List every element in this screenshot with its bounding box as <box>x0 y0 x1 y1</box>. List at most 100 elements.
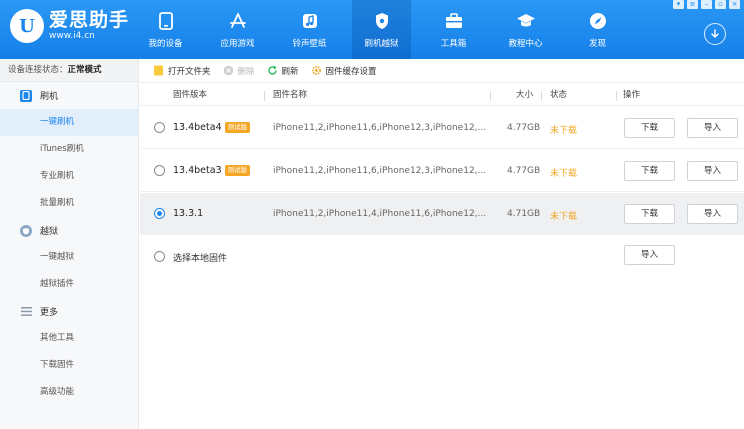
import-button[interactable]: 导入 <box>687 161 738 181</box>
sidebar-item-one-click-flash[interactable]: 一键刷机 <box>0 109 138 136</box>
column-name[interactable]: 固件名称 <box>273 85 307 106</box>
app-store-icon <box>228 11 248 31</box>
beta-badge: 测试版 <box>224 165 251 176</box>
firmware-version: 13.3.1 <box>173 208 204 219</box>
main-nav: 我的设备 应用游戏 铃声壁纸 刷机越狱 工具箱 教程中心 发现 <box>136 0 640 59</box>
column-divider <box>541 91 542 101</box>
column-size[interactable]: 大小 <box>516 85 533 106</box>
nav-label: 教程中心 <box>508 38 543 49</box>
column-divider <box>490 91 491 101</box>
graduation-cap-icon <box>516 11 536 31</box>
firmware-row[interactable]: 13.4beta4 测试版 iPhone11,2,iPhone11,6,iPhon… <box>140 107 744 149</box>
logo-icon: U <box>10 9 44 43</box>
nav-apps[interactable]: 应用游戏 <box>208 0 267 59</box>
folder-icon <box>153 65 164 76</box>
sidebar-item-one-click-jailbreak[interactable]: 一键越狱 <box>0 244 138 271</box>
local-firmware-radio[interactable] <box>154 251 165 262</box>
nav-label: 应用游戏 <box>220 38 255 49</box>
refresh-button[interactable]: 刷新 <box>267 65 299 77</box>
firmware-version: 13.4beta3 测试版 <box>173 165 251 176</box>
nav-my-device[interactable]: 我的设备 <box>136 0 195 59</box>
sidebar-group-more[interactable]: 更多 <box>0 298 138 325</box>
sidebar-item-other-tools[interactable]: 其他工具 <box>0 325 138 352</box>
nav-toolbox[interactable]: 工具箱 <box>424 0 483 59</box>
firmware-size: 4.71GB <box>507 209 541 219</box>
delete-label: 删除 <box>237 66 255 77</box>
download-manager-button[interactable] <box>704 23 726 45</box>
nav-label: 我的设备 <box>148 38 183 49</box>
sidebar-group-label: 更多 <box>40 308 59 318</box>
open-folder-button[interactable]: 打开文件夹 <box>153 65 211 77</box>
app-url: www.i4.cn <box>49 31 95 41</box>
firmware-size: 4.77GB <box>507 123 541 133</box>
open-folder-label: 打开文件夹 <box>168 66 211 77</box>
sidebar-group-jailbreak[interactable]: 越狱 <box>0 217 138 244</box>
sidebar-group-label: 刷机 <box>40 92 59 102</box>
local-firmware-row[interactable]: 选择本地固件 导入 <box>140 236 744 278</box>
sidebar-item-download-firmware[interactable]: 下载固件 <box>0 352 138 379</box>
local-firmware-label: 选择本地固件 <box>173 254 228 264</box>
nav-flash-jailbreak[interactable]: 刷机越狱 <box>352 0 411 59</box>
maximize-icon[interactable]: ▫ <box>715 0 726 9</box>
shirt-icon[interactable]: ▾ <box>673 0 684 9</box>
column-divider <box>264 91 265 101</box>
firmware-radio[interactable] <box>154 165 165 176</box>
download-button[interactable]: 下载 <box>624 118 675 138</box>
firmware-radio[interactable] <box>154 208 165 219</box>
download-button[interactable]: 下载 <box>624 204 675 224</box>
import-button[interactable]: 导入 <box>687 204 738 224</box>
beta-badge: 测试版 <box>224 122 251 133</box>
sidebar-item-itunes-flash[interactable]: iTunes刷机 <box>0 136 138 163</box>
column-version[interactable]: 固件版本 <box>173 85 207 106</box>
music-icon <box>300 11 320 31</box>
refresh-icon <box>267 65 278 76</box>
sidebar-item-batch-flash[interactable]: 批量刷机 <box>0 190 138 217</box>
close-icon[interactable]: × <box>729 0 740 9</box>
nav-discover[interactable]: 发现 <box>568 0 627 59</box>
jailbreak-icon <box>20 224 32 237</box>
menu-icon <box>20 306 32 318</box>
refresh-label: 刷新 <box>281 66 299 77</box>
table-header: 固件版本 固件名称 大小 状态 操作 <box>140 85 744 106</box>
sidebar-group-label: 越狱 <box>40 227 59 237</box>
firmware-status: 未下载 <box>550 169 578 179</box>
nav-label: 工具箱 <box>440 38 467 49</box>
phone-icon <box>156 11 176 31</box>
delete-button[interactable]: 删除 <box>223 65 255 77</box>
firmware-radio[interactable] <box>154 122 165 133</box>
app-title: 爱思助手 <box>49 9 130 31</box>
firmware-name: iPhone11,2,iPhone11,6,iPhone12,3,iPhone1… <box>273 166 487 176</box>
menu-icon[interactable]: ≡ <box>687 0 698 9</box>
firmware-cache-settings-button[interactable]: 固件缓存设置 <box>311 65 377 77</box>
sidebar-item-advanced[interactable]: 高级功能 <box>0 379 138 406</box>
column-divider <box>616 91 617 101</box>
main-panel: 打开文件夹 删除 刷新 固件缓存设置 固件版本 固件名称 大小 状态 操作 13… <box>140 59 744 429</box>
toolbox-icon <box>444 11 464 31</box>
local-import-button[interactable]: 导入 <box>624 245 675 265</box>
firmware-status: 未下载 <box>550 126 578 136</box>
firmware-row[interactable]: 13.3.1 iPhone11,2,iPhone11,4,iPhone11,6,… <box>140 193 744 235</box>
nav-tutorials[interactable]: 教程中心 <box>496 0 555 59</box>
version-text: 13.4beta3 <box>173 165 222 176</box>
nav-label: 刷机越狱 <box>364 38 399 49</box>
column-status[interactable]: 状态 <box>550 85 567 106</box>
nav-label: 铃声壁纸 <box>292 38 327 49</box>
firmware-cache-settings-label: 固件缓存设置 <box>325 66 377 77</box>
sidebar: 设备连接状态：正常模式 刷机 一键刷机 iTunes刷机 专业刷机 批量刷机 越… <box>0 59 139 429</box>
nav-ringtones[interactable]: 铃声壁纸 <box>280 0 339 59</box>
minimize-icon[interactable]: – <box>701 0 712 9</box>
version-text: 13.4beta4 <box>173 122 222 133</box>
download-button[interactable]: 下载 <box>624 161 675 181</box>
sidebar-item-jailbreak-plugins[interactable]: 越狱插件 <box>0 271 138 298</box>
connection-status-value: 正常模式 <box>67 65 102 75</box>
sidebar-item-pro-flash[interactable]: 专业刷机 <box>0 163 138 190</box>
app-logo[interactable]: U 爱思助手 www.i4.cn <box>10 9 129 43</box>
sidebar-group-flash[interactable]: 刷机 <box>0 82 138 109</box>
firmware-row[interactable]: 13.4beta3 测试版 iPhone11,2,iPhone11,6,iPhon… <box>140 150 744 192</box>
firmware-size: 4.77GB <box>507 166 541 176</box>
nav-label: 发现 <box>588 38 606 49</box>
delete-icon <box>223 65 234 76</box>
firmware-name: iPhone11,2,iPhone11,4,iPhone11,6,iPhone1… <box>273 209 487 219</box>
import-button[interactable]: 导入 <box>687 118 738 138</box>
firmware-version: 13.4beta4 测试版 <box>173 122 251 133</box>
